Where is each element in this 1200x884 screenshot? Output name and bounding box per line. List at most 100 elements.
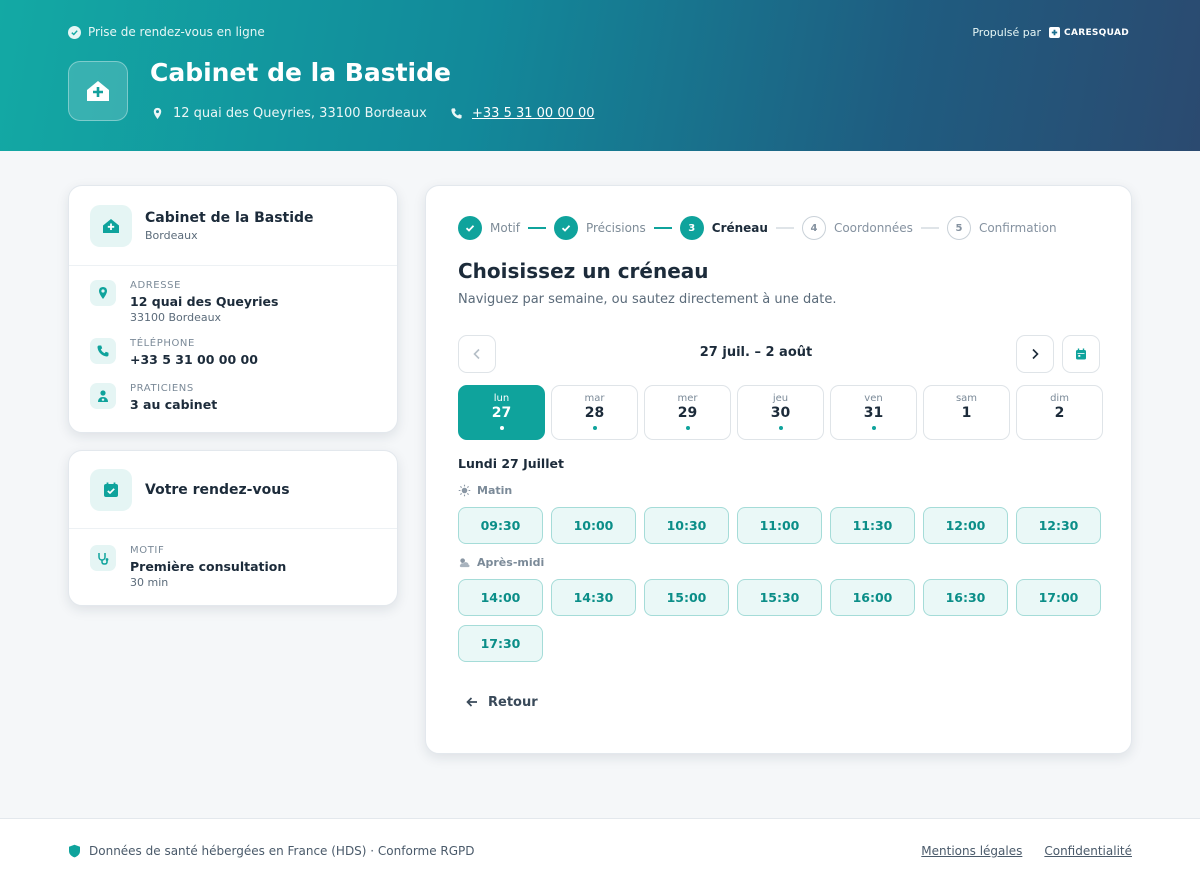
day-selector: lun 27 mar 28 mer 29 jeu 30 ven 31 sam 1 dim 2: [458, 385, 1103, 440]
clinic-card-header: Cabinet de la Bastide Bordeaux: [90, 205, 314, 247]
morning-label: Matin: [477, 484, 513, 497]
page-header: Prise de rendez-vous en ligne Propulsé p…: [0, 0, 1200, 151]
time-slot[interactable]: 14:00: [458, 579, 543, 616]
time-slot[interactable]: 16:00: [830, 579, 915, 616]
time-slot[interactable]: 10:30: [644, 507, 729, 544]
day-jeu[interactable]: jeu 30: [737, 385, 824, 440]
practitioners-label: PRATICIENS: [130, 383, 194, 394]
check-icon: [553, 216, 578, 240]
header-address-text: 12 quai des Queyries, 33100 Bordeaux: [173, 106, 427, 121]
phone-info: TÉLÉPHONE +33 5 31 00 00 00: [90, 338, 258, 367]
step-label: Coordonnées: [833, 221, 913, 235]
day-ven[interactable]: ven 31: [830, 385, 917, 440]
prev-week-button[interactable]: [458, 335, 496, 373]
brand-name: CARESQUAD: [1064, 27, 1129, 38]
divider: [69, 265, 397, 266]
morning-section-label: Matin: [458, 484, 512, 497]
next-week-button[interactable]: [1016, 335, 1054, 373]
brand-logo[interactable]: CARESQUAD: [1049, 27, 1129, 38]
day-dim[interactable]: dim 2: [1016, 385, 1103, 440]
day-date: 31: [863, 405, 884, 421]
check-icon: [458, 216, 482, 240]
header-address: 12 quai des Queyries, 33100 Bordeaux: [151, 106, 427, 121]
header-phone-link[interactable]: +33 5 31 00 00 00: [472, 106, 595, 121]
day-mer[interactable]: mer 29: [644, 385, 731, 440]
step-number: 3: [679, 216, 704, 240]
step-connector: [653, 227, 672, 229]
time-slot[interactable]: 09:30: [458, 507, 543, 544]
step-number: 4: [801, 216, 826, 240]
phone-value: +33 5 31 00 00 00: [130, 352, 258, 367]
day-date: 30: [770, 405, 791, 421]
day-date: 29: [677, 405, 698, 421]
reason-value: Première consultation: [130, 559, 287, 574]
time-slot[interactable]: 11:00: [737, 507, 822, 544]
page-title: Choisissez un créneau: [458, 259, 709, 283]
day-date: 27: [491, 405, 512, 421]
time-slot[interactable]: 15:30: [737, 579, 822, 616]
date-picker-button[interactable]: [1062, 335, 1100, 373]
arrow-left-icon: [466, 697, 477, 707]
step-precisions[interactable]: Précisions: [553, 216, 646, 240]
location-pin-icon: [153, 107, 162, 120]
time-slot[interactable]: 15:00: [644, 579, 729, 616]
booking-stepper: Motif Précisions 3 Créneau 4 Coordonnées…: [458, 216, 1057, 240]
time-slot[interactable]: 10:00: [551, 507, 636, 544]
chevron-left-icon: [473, 348, 480, 360]
afternoon-section-label: Après-midi: [458, 556, 544, 569]
day-name: mar: [584, 393, 605, 404]
step-creneau: 3 Créneau: [679, 216, 768, 240]
time-slot[interactable]: 12:00: [923, 507, 1008, 544]
availability-dot: [685, 426, 690, 430]
step-motif[interactable]: Motif: [458, 216, 520, 240]
clinic-logo: [68, 61, 128, 121]
clinic-card-icon: [90, 205, 132, 247]
sun-icon: [458, 484, 471, 497]
clinic-card-city: Bordeaux: [145, 229, 198, 242]
time-slot[interactable]: 11:30: [830, 507, 915, 544]
step-label: Précisions: [585, 221, 646, 235]
reason-info: MOTIF Première consultation 30 min: [90, 545, 286, 589]
step-coordonnees: 4 Coordonnées: [801, 216, 913, 240]
clinic-title: Cabinet de la Bastide: [150, 58, 451, 87]
legal-link[interactable]: Mentions légales: [921, 844, 1022, 858]
cloud-sun-icon: [459, 558, 470, 568]
footer-links: Mentions légales Confidentialité: [921, 844, 1132, 858]
phone-icon: [451, 108, 462, 119]
time-slot[interactable]: 14:30: [551, 579, 636, 616]
booking-card: Motif Précisions 3 Créneau 4 Coordonnées…: [425, 185, 1132, 754]
time-slot[interactable]: 12:30: [1016, 507, 1101, 544]
privacy-link[interactable]: Confidentialité: [1044, 844, 1132, 858]
hds-text: Données de santé hébergées en France (HD…: [89, 844, 475, 858]
day-lun[interactable]: lun 27: [458, 385, 545, 440]
appointment-card: Votre rendez-vous MOTIF Première consult…: [68, 450, 398, 606]
day-mar[interactable]: mar 28: [551, 385, 638, 440]
duration-value: 30 min: [130, 576, 169, 589]
day-date: 2: [1054, 405, 1065, 421]
afternoon-label: Après-midi: [477, 556, 545, 569]
appointment-card-header: Votre rendez-vous: [90, 469, 290, 511]
address-label: ADRESSE: [130, 280, 182, 291]
phone-icon: [90, 338, 116, 364]
clinic-house-icon: [87, 81, 109, 101]
powered-by: Propulsé par CARESQUAD: [972, 26, 1129, 39]
practitioners-value: 3 au cabinet: [130, 397, 218, 412]
clinic-card-name: Cabinet de la Bastide: [145, 210, 314, 226]
step-label: Confirmation: [978, 221, 1057, 235]
day-sam[interactable]: sam 1: [923, 385, 1010, 440]
calendar-icon: [1076, 348, 1086, 360]
back-button[interactable]: Retour: [464, 694, 538, 710]
time-slot[interactable]: 16:30: [923, 579, 1008, 616]
clinic-house-icon: [103, 219, 119, 233]
practitioners-info: PRATICIENS 3 au cabinet: [90, 383, 217, 412]
time-slot[interactable]: 17:30: [458, 625, 543, 662]
day-name: sam: [955, 393, 978, 404]
location-pin-icon: [90, 280, 116, 306]
calendar-check-icon: [90, 469, 132, 511]
clinic-info-card: Cabinet de la Bastide Bordeaux ADRESSE 1…: [68, 185, 398, 433]
step-number: 5: [946, 216, 971, 240]
step-connector: [527, 227, 546, 229]
availability-dot: [778, 426, 783, 430]
day-name: mer: [677, 393, 698, 404]
time-slot[interactable]: 17:00: [1016, 579, 1101, 616]
